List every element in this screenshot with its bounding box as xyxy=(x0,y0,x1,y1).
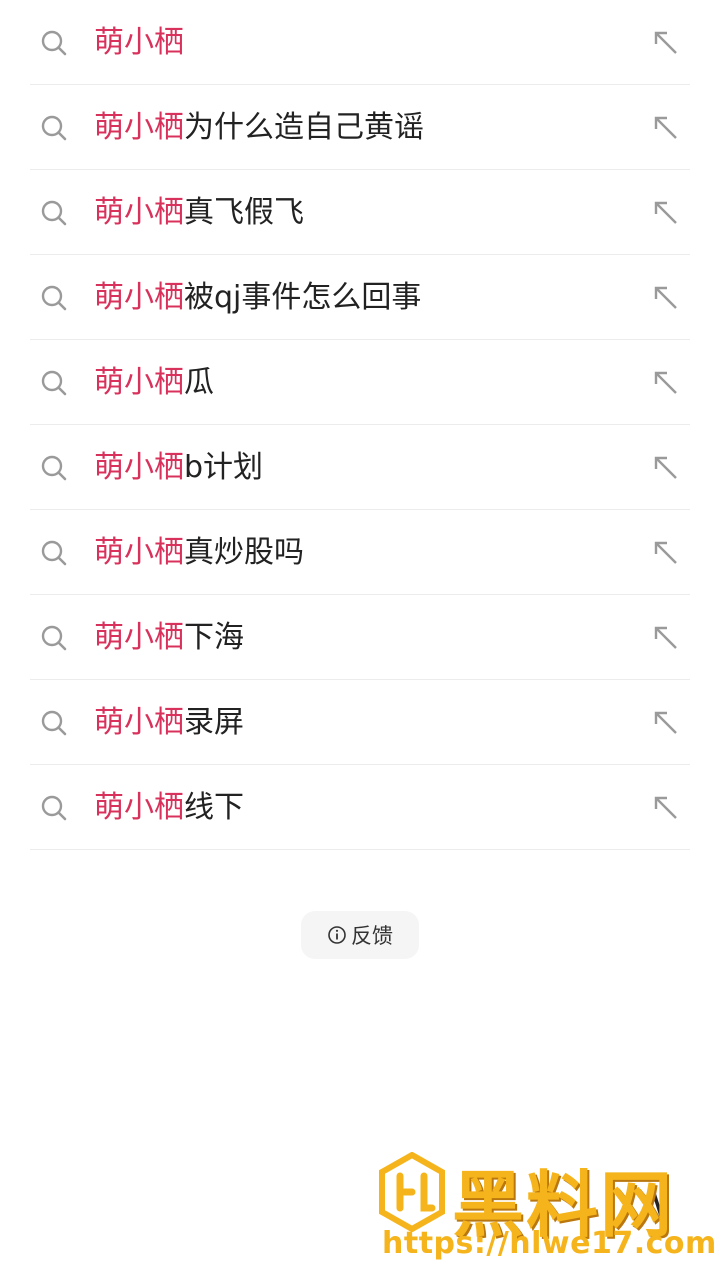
suggestion-rest: 被qj事件怎么回事 xyxy=(184,280,422,315)
fill-query-arrow-icon[interactable] xyxy=(652,794,680,822)
suggestion-rest: b计划 xyxy=(184,450,264,485)
search-icon xyxy=(41,30,67,56)
suggestion-text: 萌小栖 xyxy=(94,0,184,85)
suggestion-item[interactable]: 萌小栖录屏 xyxy=(30,680,690,765)
suggestion-item[interactable]: 萌小栖下海 xyxy=(30,595,690,680)
suggestion-rest: 下海 xyxy=(184,620,244,655)
suggestion-rest: 录屏 xyxy=(184,705,244,740)
feedback-label: 反馈 xyxy=(351,924,393,948)
suggestion-list: 萌小栖 萌小栖为什么造自己黄谣 萌小栖真飞假飞 萌小栖被qj事件怎么回事 萌小栖… xyxy=(30,0,690,850)
search-icon xyxy=(41,115,67,141)
suggestion-item[interactable]: 萌小栖瓜 xyxy=(30,340,690,425)
watermark-url: https://hlwe17.com xyxy=(382,1226,717,1261)
fill-query-arrow-icon[interactable] xyxy=(652,114,680,142)
search-icon xyxy=(41,285,67,311)
suggestion-item[interactable]: 萌小栖 xyxy=(30,0,690,85)
search-icon xyxy=(41,540,67,566)
query-highlight: 萌小栖 xyxy=(94,790,184,825)
suggestion-text: 萌小栖为什么造自己黄谣 xyxy=(94,85,424,170)
query-highlight: 萌小栖 xyxy=(94,535,184,570)
fill-query-arrow-icon[interactable] xyxy=(652,539,680,567)
suggestion-rest: 真炒股吗 xyxy=(184,535,304,570)
suggestion-text: 萌小栖下海 xyxy=(94,595,244,680)
fill-query-arrow-icon[interactable] xyxy=(652,624,680,652)
suggestion-text: 萌小栖真飞假飞 xyxy=(94,170,304,255)
query-highlight: 萌小栖 xyxy=(94,705,184,740)
search-icon xyxy=(41,795,67,821)
suggestion-rest: 为什么造自己黄谣 xyxy=(184,110,424,145)
suggestion-item[interactable]: 萌小栖真飞假飞 xyxy=(30,170,690,255)
watermark: 黑料网 https://hlwe17.com xyxy=(378,1152,716,1270)
suggestion-text: 萌小栖录屏 xyxy=(94,680,244,765)
fill-query-arrow-icon[interactable] xyxy=(652,284,680,312)
fill-query-arrow-icon[interactable] xyxy=(652,454,680,482)
watermark-logo-icon xyxy=(379,1152,445,1232)
suggestion-text: 萌小栖被qj事件怎么回事 xyxy=(94,255,421,340)
suggestion-item[interactable]: 萌小栖线下 xyxy=(30,765,690,850)
query-highlight: 萌小栖 xyxy=(94,110,184,145)
search-icon xyxy=(41,370,67,396)
query-highlight: 萌小栖 xyxy=(94,25,184,60)
suggestion-rest: 线下 xyxy=(184,790,244,825)
suggestion-text: 萌小栖真炒股吗 xyxy=(94,510,304,595)
fill-query-arrow-icon[interactable] xyxy=(652,369,680,397)
query-highlight: 萌小栖 xyxy=(94,280,184,315)
search-icon xyxy=(41,455,67,481)
suggestion-rest: 真飞假飞 xyxy=(184,195,304,230)
fill-query-arrow-icon[interactable] xyxy=(652,709,680,737)
suggestion-item[interactable]: 萌小栖被qj事件怎么回事 xyxy=(30,255,690,340)
search-icon xyxy=(41,200,67,226)
fill-query-arrow-icon[interactable] xyxy=(652,199,680,227)
suggestion-item[interactable]: 萌小栖为什么造自己黄谣 xyxy=(30,85,690,170)
suggestion-rest: 瓜 xyxy=(184,365,214,400)
search-icon xyxy=(41,710,67,736)
suggestion-text: 萌小栖线下 xyxy=(94,765,244,850)
query-highlight: 萌小栖 xyxy=(94,195,184,230)
info-icon xyxy=(328,926,346,944)
suggestion-text: 萌小栖b计划 xyxy=(94,425,263,510)
query-highlight: 萌小栖 xyxy=(94,620,184,655)
query-highlight: 萌小栖 xyxy=(94,450,184,485)
search-icon xyxy=(41,625,67,651)
fill-query-arrow-icon[interactable] xyxy=(652,29,680,57)
feedback-button[interactable]: 反馈 xyxy=(301,911,419,959)
suggestion-item[interactable]: 萌小栖b计划 xyxy=(30,425,690,510)
suggestion-text: 萌小栖瓜 xyxy=(94,340,214,425)
suggestion-item[interactable]: 萌小栖真炒股吗 xyxy=(30,510,690,595)
query-highlight: 萌小栖 xyxy=(94,365,184,400)
